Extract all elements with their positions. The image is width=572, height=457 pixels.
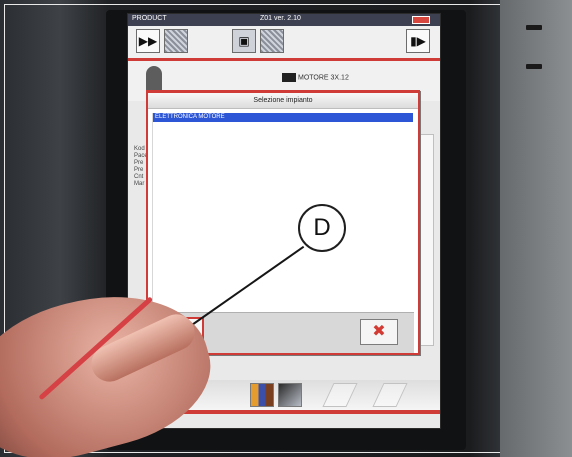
wall-panel bbox=[500, 0, 572, 457]
wall-slot bbox=[526, 25, 542, 30]
dialog-title: Selezione impianto bbox=[148, 93, 418, 109]
version-label: Z01 ver. 2.10 bbox=[260, 15, 301, 22]
system-list[interactable]: ELETTRONICA MOTORE bbox=[152, 113, 413, 309]
select-system-dialog: Selezione impianto ELETTRONICA MOTORE ✔ … bbox=[146, 90, 420, 355]
top-toolbar: ▶▶ ▣ ▮▶ bbox=[128, 26, 440, 61]
motorcycle-icon bbox=[282, 73, 296, 82]
cross-icon: ✖ bbox=[372, 323, 386, 340]
title-bar: PRODUCT Z01 ver. 2.10 bbox=[128, 14, 440, 26]
cancel-button[interactable]: ✖ bbox=[360, 319, 398, 345]
disabled-icon bbox=[322, 383, 358, 407]
computer-icon[interactable]: ▣ bbox=[232, 29, 256, 53]
grid-icon[interactable] bbox=[164, 29, 188, 53]
callout-d: D bbox=[298, 204, 346, 252]
diagnostics-icon[interactable] bbox=[250, 383, 274, 407]
background-scroll-panel[interactable] bbox=[420, 134, 434, 346]
battery-icon bbox=[412, 16, 430, 24]
photo-frame: PRODUCT Z01 ver. 2.10 ▶▶ ▣ ▮▶ MOTORE 3X.… bbox=[0, 0, 572, 457]
motor-label-text: MOTORE 3X.12 bbox=[298, 74, 349, 82]
exit-door-icon[interactable]: ▮▶ bbox=[406, 29, 430, 53]
skip-forward-icon[interactable]: ▶▶ bbox=[136, 29, 160, 53]
component-icon[interactable] bbox=[260, 29, 284, 53]
wall-slot bbox=[526, 64, 542, 69]
disabled-icon bbox=[372, 383, 408, 407]
avatar bbox=[146, 66, 162, 92]
settings-icon[interactable] bbox=[278, 383, 302, 407]
motor-label: MOTORE 3X.12 bbox=[282, 73, 349, 82]
titlebar-left-label: PRODUCT bbox=[132, 15, 167, 22]
list-item[interactable]: ELETTRONICA MOTORE bbox=[153, 113, 413, 122]
